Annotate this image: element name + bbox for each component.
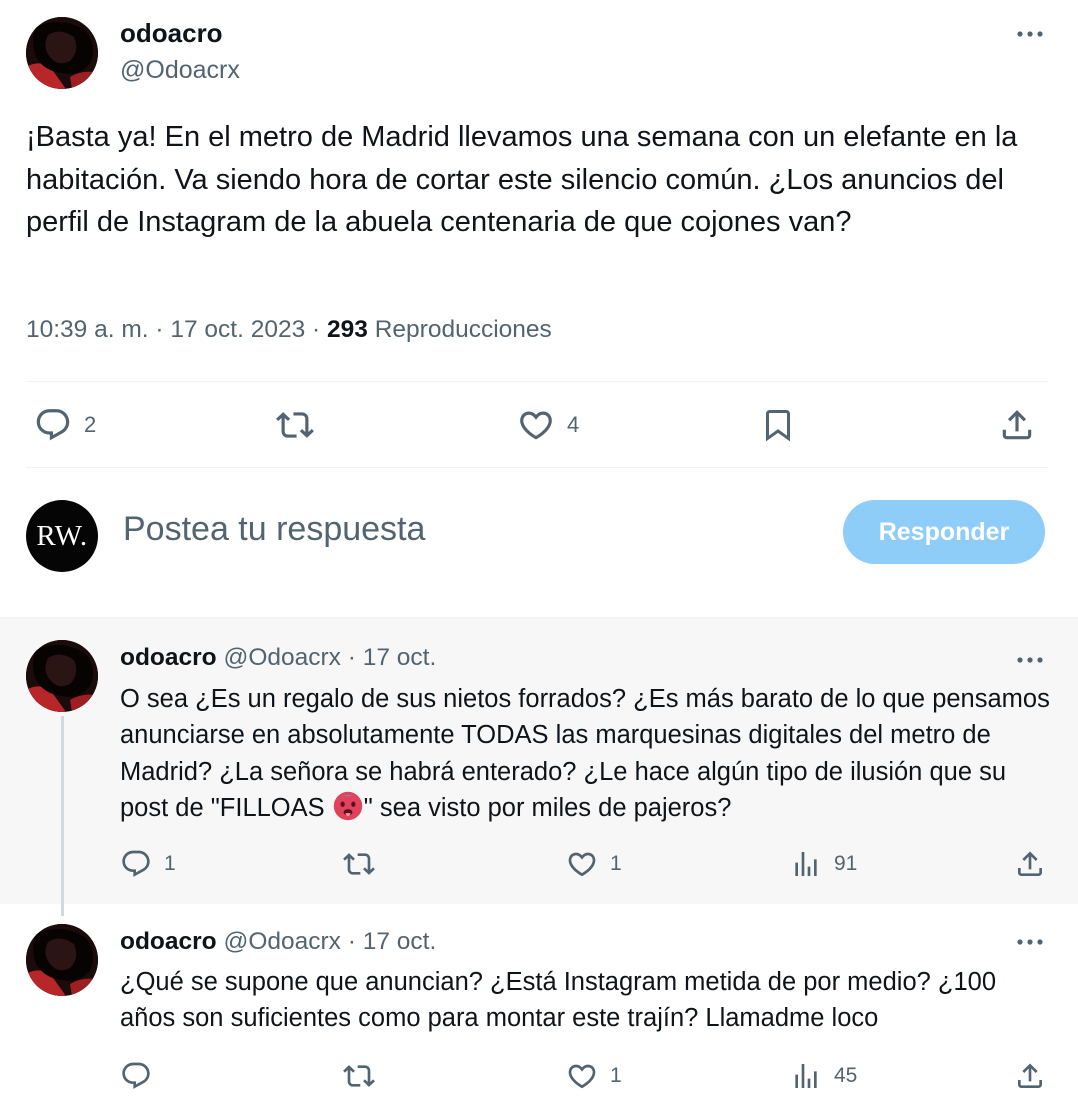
- heart-icon: [566, 1060, 598, 1092]
- retweet-button[interactable]: [342, 1060, 376, 1092]
- reply-count: 2: [84, 412, 97, 437]
- post-meta: 10:39 a. m. · 17 oct. 2023 · 293 Reprodu…: [26, 316, 552, 344]
- more-options-icon[interactable]: [1010, 930, 1050, 954]
- reply-author-avatar[interactable]: [26, 640, 98, 712]
- thread-connector: [61, 716, 64, 916]
- reply-date[interactable]: 17 oct.: [363, 928, 437, 955]
- views-count: 91: [834, 852, 858, 875]
- like-count: 4: [567, 412, 580, 437]
- reply-count: 1: [164, 852, 176, 875]
- reply-author-name[interactable]: odoacro: [120, 644, 217, 671]
- author-avatar[interactable]: [26, 17, 98, 89]
- reply-icon: [34, 406, 72, 444]
- meta-separator: ·: [312, 316, 321, 343]
- reply-text: ¿Qué se supone que anuncian? ¿Está Insta…: [120, 968, 997, 1033]
- reply-header: odoacro @Odoacrx · 17 oct.: [120, 928, 436, 956]
- more-options-icon[interactable]: [1010, 22, 1050, 46]
- current-user-avatar[interactable]: RW.: [26, 500, 98, 572]
- reply-input[interactable]: Postea tu respuesta: [123, 510, 425, 549]
- reply-header: odoacro @Odoacrx · 17 oct.: [120, 644, 436, 672]
- divider: [26, 381, 1048, 382]
- views-button[interactable]: 91: [790, 848, 857, 880]
- hot-face-emoji-icon: [333, 791, 362, 821]
- like-button[interactable]: 1: [566, 1060, 622, 1092]
- more-options-icon[interactable]: [1010, 648, 1050, 672]
- bookmark-icon: [760, 406, 796, 444]
- reply-author-name[interactable]: odoacro: [120, 928, 217, 955]
- views-icon: [790, 848, 822, 880]
- views-count: 293: [327, 316, 368, 343]
- retweet-button[interactable]: [342, 848, 376, 880]
- retweet-icon: [342, 848, 376, 880]
- retweet-icon: [342, 1060, 376, 1092]
- reply-date[interactable]: 17 oct.: [363, 644, 437, 671]
- bookmark-button[interactable]: [760, 406, 796, 444]
- post-text: ¡Basta ya! En el metro de Madrid llevamo…: [26, 121, 1018, 238]
- reply-submit-button[interactable]: Responder: [843, 500, 1045, 564]
- author-name[interactable]: odoacro: [120, 18, 223, 49]
- heart-icon: [566, 848, 598, 880]
- meta-separator: ·: [347, 644, 356, 671]
- reply-button[interactable]: 1: [120, 848, 176, 880]
- retweet-button[interactable]: [275, 406, 315, 444]
- heart-icon: [517, 406, 555, 444]
- share-icon: [1014, 848, 1046, 880]
- views-icon: [790, 1060, 822, 1092]
- share-button[interactable]: [1014, 848, 1046, 880]
- views-label: Reproducciones: [374, 316, 552, 343]
- like-count: 1: [610, 1064, 622, 1087]
- share-icon: [998, 406, 1036, 444]
- like-count: 1: [610, 852, 622, 875]
- reply-author-avatar[interactable]: [26, 924, 98, 996]
- post-time[interactable]: 10:39 a. m.: [26, 316, 149, 343]
- reply-author-handle[interactable]: @Odoacrx: [223, 644, 340, 671]
- meta-separator: ·: [155, 316, 164, 343]
- reply-text: O sea ¿Es un regalo de sus nietos forrad…: [120, 681, 1050, 826]
- reply-button[interactable]: 2: [34, 406, 96, 444]
- meta-separator: ·: [347, 928, 356, 955]
- views-button[interactable]: 45: [790, 1060, 857, 1092]
- author-handle[interactable]: @Odoacrx: [120, 56, 240, 85]
- like-button[interactable]: 1: [566, 848, 622, 880]
- divider: [26, 467, 1048, 468]
- share-button[interactable]: [1014, 1060, 1046, 1092]
- views-count: 45: [834, 1064, 858, 1087]
- retweet-icon: [275, 406, 315, 444]
- share-icon: [1014, 1060, 1046, 1092]
- post-date[interactable]: 17 oct. 2023: [170, 316, 305, 343]
- reply-text-part: " sea visto por miles de pajeros?: [363, 793, 732, 822]
- reply-icon: [120, 1060, 152, 1092]
- reply-icon: [120, 848, 152, 880]
- like-button[interactable]: 4: [517, 406, 579, 444]
- share-button[interactable]: [998, 406, 1036, 444]
- reply-button[interactable]: [120, 1060, 152, 1092]
- reply-author-handle[interactable]: @Odoacrx: [223, 928, 340, 955]
